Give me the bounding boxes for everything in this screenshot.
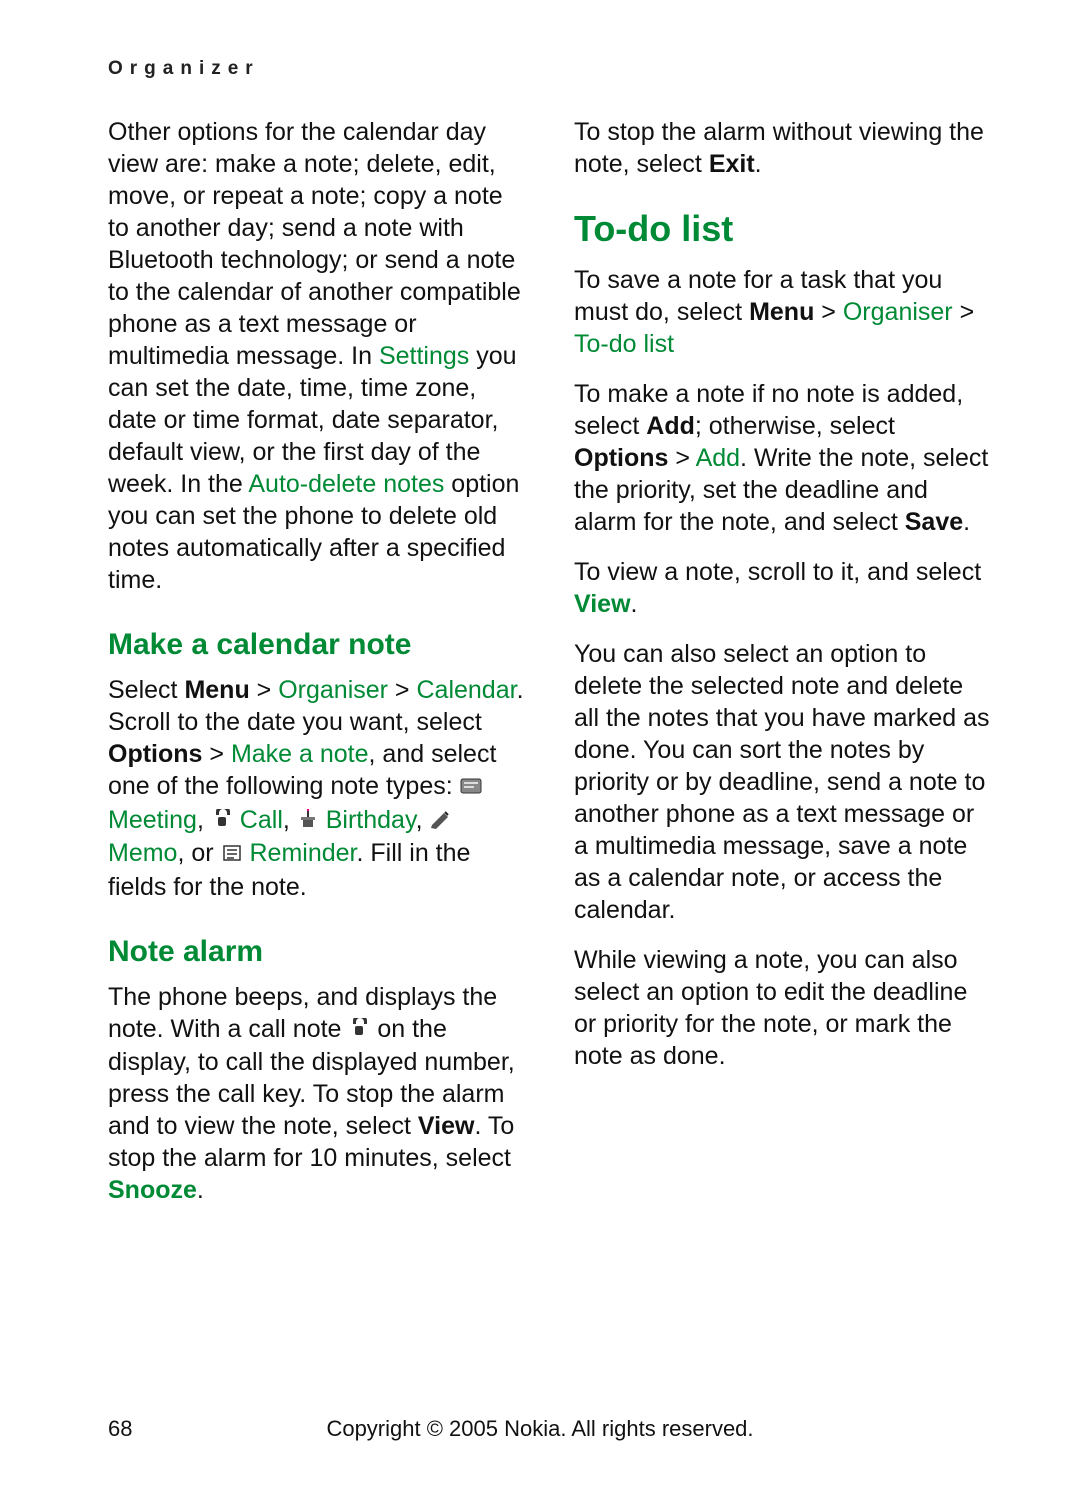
memo-label: Memo <box>108 839 177 867</box>
text: > <box>953 298 975 326</box>
reminder-label: Reminder <box>243 839 357 867</box>
paragraph-todo-make: To make a note if no note is added, sele… <box>574 378 990 538</box>
menu-label: Menu <box>184 676 249 704</box>
paragraph-calendar-options: Other options for the calendar day view … <box>108 116 524 596</box>
text: , <box>197 806 211 834</box>
organiser-label: Organiser <box>278 676 388 704</box>
save-label: Save <box>905 508 963 536</box>
calendar-label: Calendar <box>416 676 516 704</box>
paragraph-todo-edit: While viewing a note, you can also selec… <box>574 944 990 1072</box>
todo-list-label: To-do list <box>574 330 674 358</box>
add-label: Add <box>646 412 695 440</box>
view-label: View <box>418 1112 475 1140</box>
heading-note-alarm: Note alarm <box>108 933 524 971</box>
paragraph-todo-options: You can also select an option to delete … <box>574 638 990 926</box>
heading-todo-list: To-do list <box>574 206 990 252</box>
snooze-label: Snooze <box>108 1176 197 1204</box>
text: , <box>416 806 430 834</box>
birthday-icon <box>297 805 319 837</box>
memo-icon <box>430 805 454 837</box>
text: Select <box>108 676 184 704</box>
meeting-label: Meeting <box>108 806 197 834</box>
text: , <box>283 806 297 834</box>
options-label: Options <box>108 740 202 768</box>
options-label: Options <box>574 444 668 472</box>
body-columns: Other options for the calendar day view … <box>108 116 990 1206</box>
text: > <box>250 676 279 704</box>
add-label: Add <box>696 444 740 472</box>
text: . <box>755 150 762 178</box>
text: , or <box>177 839 220 867</box>
call-icon <box>348 1014 370 1046</box>
text: > <box>388 676 417 704</box>
reminder-icon <box>221 839 243 871</box>
page-header: Organizer <box>108 58 990 80</box>
auto-delete-label: Auto-delete notes <box>248 470 444 498</box>
text: ; otherwise, select <box>695 412 895 440</box>
exit-label: Exit <box>709 150 755 178</box>
meeting-icon <box>460 772 482 804</box>
call-icon <box>211 805 233 837</box>
text: To view a note, scroll to it, and select <box>574 558 981 586</box>
paragraph-todo-view: To view a note, scroll to it, and select… <box>574 556 990 620</box>
text: . <box>631 590 638 618</box>
paragraph-note-alarm: The phone beeps, and displays the note. … <box>108 981 524 1206</box>
birthday-label: Birthday <box>319 806 416 834</box>
call-label: Call <box>233 806 283 834</box>
make-a-note-label: Make a note <box>231 740 369 768</box>
organiser-label: Organiser <box>843 298 953 326</box>
text: To stop the alarm without viewing the no… <box>574 118 984 178</box>
paragraph-todo-intro: To save a note for a task that you must … <box>574 264 990 360</box>
document-page: Organizer Other options for the calendar… <box>0 0 1080 1496</box>
text: > <box>668 444 695 472</box>
settings-label: Settings <box>379 342 469 370</box>
menu-label: Menu <box>749 298 814 326</box>
paragraph-make-note: Select Menu > Organiser > Calendar. Scro… <box>108 674 524 902</box>
heading-make-calendar-note: Make a calendar note <box>108 626 524 664</box>
text: . <box>197 1176 204 1204</box>
text: > <box>202 740 231 768</box>
text: Other options for the calendar day view … <box>108 118 521 370</box>
copyright-footer: Copyright © 2005 Nokia. All rights reser… <box>0 1416 1080 1442</box>
paragraph-exit-alarm: To stop the alarm without viewing the no… <box>574 116 990 180</box>
text: > <box>814 298 843 326</box>
text: . <box>963 508 970 536</box>
view-label: View <box>574 590 631 618</box>
